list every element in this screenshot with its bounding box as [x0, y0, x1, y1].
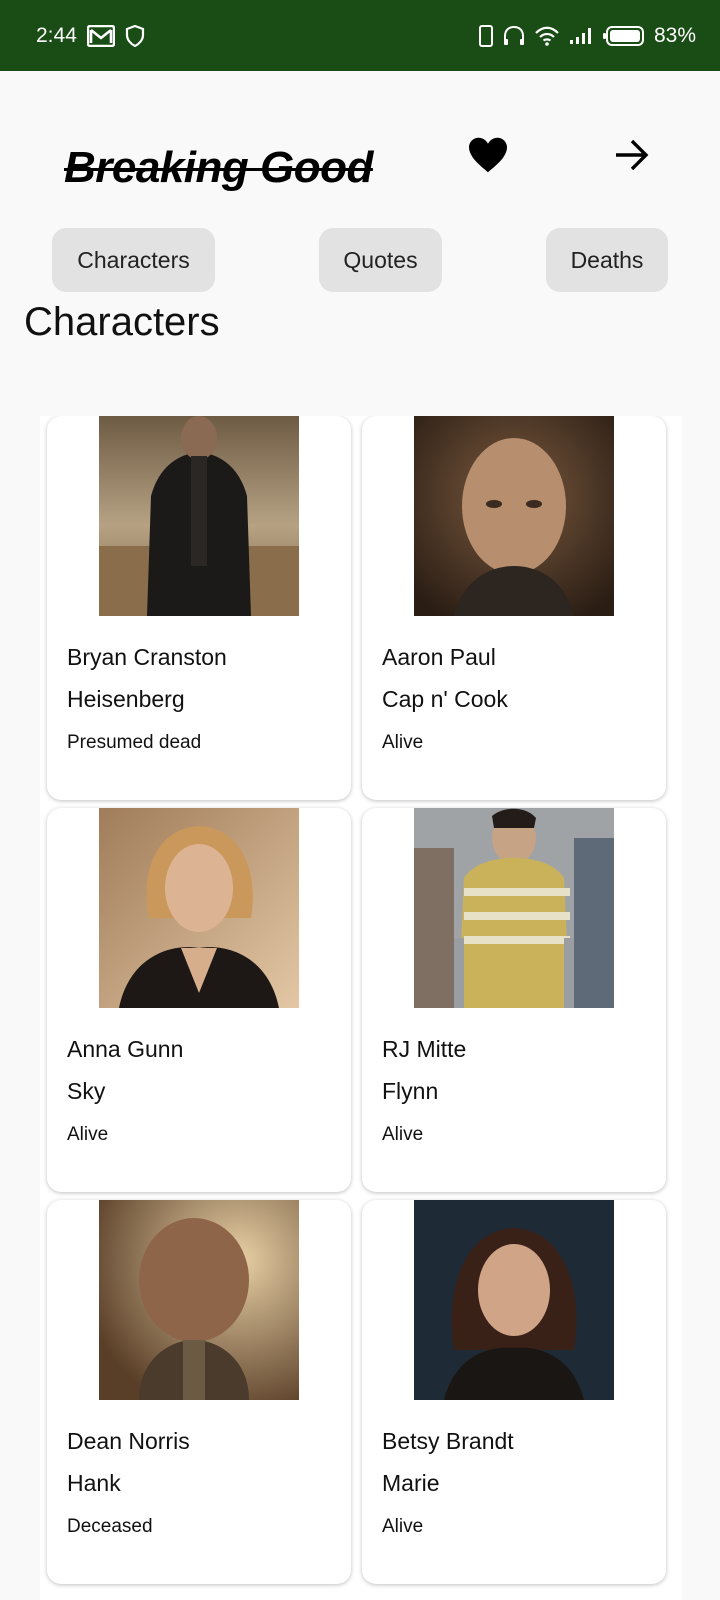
character-status: Presumed dead	[67, 732, 202, 753]
tab-characters[interactable]: Characters	[52, 228, 215, 292]
battery-percentage: 83%	[653, 23, 696, 47]
app-title: Breaking Good	[64, 143, 373, 192]
headphones-icon	[502, 24, 526, 48]
character-card[interactable]: Aaron Paul Cap n' Cook Alive	[362, 416, 666, 800]
app-header: Breaking Good	[0, 71, 720, 221]
section-title: Characters	[24, 300, 220, 344]
character-photo	[99, 808, 299, 1008]
character-name: Dean Norris	[67, 1428, 190, 1454]
character-status: Alive	[67, 1124, 109, 1145]
heart-icon	[467, 136, 509, 179]
vibrate-icon	[478, 24, 494, 48]
character-card[interactable]: RJ Mitte Flynn Alive	[362, 808, 666, 1192]
character-nickname: Flynn	[382, 1078, 439, 1104]
character-name: RJ Mitte	[382, 1036, 467, 1062]
battery-icon	[602, 25, 646, 47]
signal-icon	[568, 26, 594, 46]
character-name: Bryan Cranston	[67, 644, 227, 670]
character-nickname: Marie	[382, 1470, 440, 1496]
character-nickname: Cap n' Cook	[382, 686, 508, 712]
character-name: Aaron Paul	[382, 644, 496, 670]
next-button[interactable]	[610, 135, 654, 179]
wifi-icon	[534, 25, 560, 47]
arrow-right-icon	[614, 138, 650, 177]
clock: 2:44	[36, 23, 77, 47]
status-bar: 2:44 83%	[0, 0, 720, 71]
character-photo	[414, 416, 614, 616]
tab-deaths[interactable]: Deaths	[546, 228, 668, 292]
character-nickname: Heisenberg	[67, 686, 185, 712]
shield-icon	[125, 24, 145, 47]
tab-quotes[interactable]: Quotes	[319, 228, 442, 292]
character-name: Betsy Brandt	[382, 1428, 514, 1454]
character-card[interactable]: Anna Gunn Sky Alive	[47, 808, 351, 1192]
character-grid[interactable]: Bryan Cranston Heisenberg Presumed dead …	[40, 416, 682, 1600]
character-card[interactable]: Betsy Brandt Marie Alive	[362, 1200, 666, 1584]
character-photo	[414, 808, 614, 1008]
character-status: Alive	[382, 732, 424, 753]
favorites-button[interactable]	[466, 135, 510, 179]
character-nickname: Sky	[67, 1078, 106, 1104]
character-photo	[99, 416, 299, 616]
character-status: Alive	[382, 1516, 424, 1537]
character-card[interactable]: Dean Norris Hank Deceased	[47, 1200, 351, 1584]
character-card[interactable]: Bryan Cranston Heisenberg Presumed dead	[47, 416, 351, 800]
character-status: Alive	[382, 1124, 424, 1145]
character-photo	[99, 1200, 299, 1400]
character-photo	[414, 1200, 614, 1400]
gmail-icon	[86, 24, 115, 47]
character-nickname: Hank	[67, 1470, 121, 1496]
character-status: Deceased	[67, 1516, 153, 1537]
character-name: Anna Gunn	[67, 1036, 184, 1062]
